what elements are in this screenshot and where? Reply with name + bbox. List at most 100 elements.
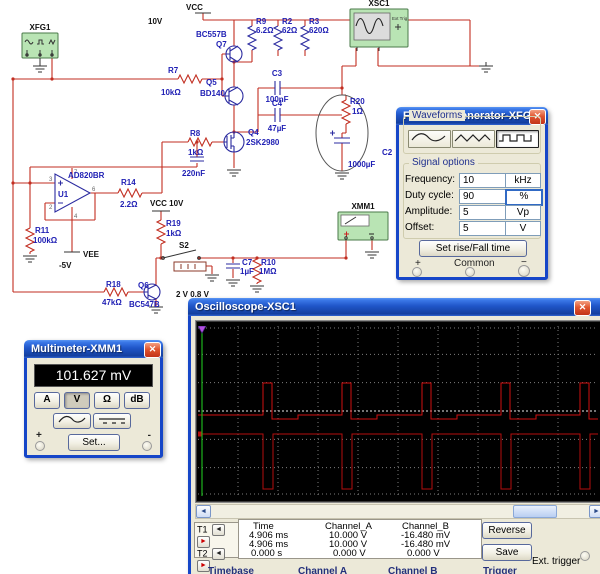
- opamp-pin2: 2: [49, 205, 53, 211]
- svg-text:Q6: Q6: [138, 281, 149, 290]
- net-vcc-value: 10V: [148, 17, 163, 26]
- svg-text:10kΩ: 10kΩ: [161, 88, 181, 97]
- amplitude-input[interactable]: 5: [459, 205, 507, 220]
- opamp-pin3: 3: [49, 177, 53, 183]
- fg-common-terminal: [465, 267, 475, 277]
- svg-text:Q7: Q7: [216, 40, 227, 49]
- scroll-right-icon[interactable]: ►: [589, 505, 600, 518]
- t1-right-icon[interactable]: ►: [197, 536, 210, 548]
- scope-scrollbar[interactable]: ◄ ►: [195, 504, 600, 519]
- svg-text:6.2Ω: 6.2Ω: [256, 26, 274, 35]
- xsc1-instrument-icon[interactable]: Ext Trig: [350, 9, 408, 51]
- amplitude-label: Amplitude:: [405, 205, 452, 219]
- ac-mode-button[interactable]: [53, 413, 91, 429]
- t2t1-channel-a: 0.000 V: [333, 548, 366, 559]
- svg-text:620Ω: 620Ω: [309, 26, 329, 35]
- cursor-box: T1 ◄► T2 ◄► T2-T1: [194, 522, 239, 558]
- mode-ohms-button[interactable]: Ω: [94, 392, 120, 409]
- frequency-unit[interactable]: kHz: [505, 173, 541, 188]
- capacitor-symbols: [190, 81, 350, 268]
- multimeter-reading: 101.627 mV: [34, 364, 153, 387]
- mosfet-q4: [224, 132, 244, 152]
- svg-text:1kΩ: 1kΩ: [166, 229, 182, 238]
- cursor-t1-label: T1: [197, 524, 208, 534]
- svg-text:R20: R20: [350, 97, 365, 106]
- mode-volts-button[interactable]: V: [64, 392, 90, 409]
- mode-amps-button[interactable]: A: [34, 392, 60, 409]
- svg-text:R2: R2: [282, 17, 293, 26]
- scope-control-panel: T1 ◄► T2 ◄► T2-T1 Time Channel_A Channel…: [191, 518, 600, 574]
- schematic-labels: VCC 10V XFG1 XSC1 XMM1 R9 6.2Ω R2 62Ω R3…: [30, 0, 393, 309]
- svg-text:R10: R10: [261, 258, 276, 267]
- svg-text:C3: C3: [272, 69, 283, 78]
- mm-minus-terminal: [142, 441, 152, 451]
- svg-text:R11: R11: [35, 226, 50, 235]
- mm-plus-terminal: [35, 441, 45, 451]
- xfg1-instrument-icon[interactable]: [22, 33, 58, 66]
- sine-wave-icon: [409, 131, 448, 145]
- svg-text:47kΩ: 47kΩ: [102, 298, 122, 307]
- svg-text:1kΩ: 1kΩ: [188, 148, 204, 157]
- close-icon[interactable]: ✕: [574, 300, 591, 316]
- oscilloscope-titlebar[interactable]: Oscilloscope-XSC1 ✕: [188, 298, 600, 316]
- xfg1-label: XFG1: [30, 23, 51, 32]
- svg-text:BC557B: BC557B: [196, 30, 227, 39]
- t2t1-channel-b: 0.000 V: [407, 548, 440, 559]
- waveforms-label: Waveforms: [409, 110, 465, 121]
- svg-text:R3: R3: [309, 17, 320, 26]
- close-icon[interactable]: ✕: [144, 342, 161, 358]
- offset-input[interactable]: 5: [459, 221, 507, 236]
- duty-cycle-input[interactable]: 90: [459, 189, 507, 204]
- xmm1-instrument-icon[interactable]: [338, 212, 388, 240]
- window-title: Multimeter-XMM1: [31, 343, 122, 355]
- transistor-q5: [225, 87, 243, 105]
- square-wave-icon: [497, 131, 536, 145]
- svg-text:AD820BR: AD820BR: [68, 171, 105, 180]
- t2-left-icon[interactable]: ◄: [212, 548, 225, 560]
- svg-text:C4: C4: [272, 99, 283, 108]
- dc-line-icon: [95, 414, 129, 426]
- sine-wave-button[interactable]: [408, 130, 451, 148]
- opamp-pin4: 4: [74, 214, 78, 220]
- amplitude-unit[interactable]: Vp: [505, 205, 541, 220]
- net-vcc: VCC: [186, 3, 203, 12]
- dc-mode-button[interactable]: [93, 413, 131, 429]
- channel-a-group-label: Channel A: [298, 566, 347, 574]
- set-rise-fall-button[interactable]: Set rise/Fall time: [419, 240, 527, 257]
- svg-text:C7: C7: [242, 258, 253, 267]
- square-wave-button[interactable]: [496, 130, 539, 148]
- svg-text:1µF: 1µF: [240, 267, 254, 276]
- oscilloscope-window: Oscilloscope-XSC1 ✕ ◄ ► T1 ◄► T2 ◄► T2-T…: [188, 298, 600, 574]
- transistor-q7: [226, 46, 242, 62]
- svg-text:1MΩ: 1MΩ: [259, 267, 277, 276]
- offset-unit[interactable]: V: [505, 221, 541, 236]
- scope-readout: Time Channel_A Channel_B 4.906 ms 10.000…: [238, 519, 482, 559]
- function-generator-window: Function Generator-XFG1 ✕ Waveforms Sign…: [396, 107, 548, 280]
- svg-text:U1: U1: [58, 190, 69, 199]
- net-vcc2: VCC 10V: [150, 199, 184, 208]
- t1-left-icon[interactable]: ◄: [212, 524, 225, 536]
- scroll-left-icon[interactable]: ◄: [196, 505, 211, 518]
- frequency-input[interactable]: 10: [459, 173, 507, 188]
- svg-text:BD140: BD140: [200, 89, 225, 98]
- switch-s2[interactable]: [162, 250, 206, 271]
- cursor-t2-label: T2: [197, 548, 208, 558]
- svg-text:R7: R7: [168, 66, 179, 75]
- multimeter-window: Multimeter-XMM1 ✕ 101.627 mV A V Ω dB + …: [24, 340, 163, 458]
- svg-text:R9: R9: [256, 17, 267, 26]
- multimeter-titlebar[interactable]: Multimeter-XMM1 ✕: [24, 340, 163, 358]
- svg-text:Q4: Q4: [248, 128, 259, 137]
- waveform-plot: [198, 326, 598, 496]
- triangle-wave-button[interactable]: [452, 130, 495, 148]
- duty-cycle-unit[interactable]: %: [505, 189, 543, 206]
- svg-text:Q5: Q5: [206, 78, 217, 87]
- svg-text:2SK2980: 2SK2980: [246, 138, 280, 147]
- mode-db-button[interactable]: dB: [124, 392, 150, 409]
- save-button[interactable]: Save: [482, 544, 532, 561]
- ext-trigger-label: Ext. trigger: [532, 556, 580, 567]
- triangle-wave-icon: [453, 131, 492, 145]
- set-button[interactable]: Set...: [68, 434, 120, 451]
- reverse-button[interactable]: Reverse: [482, 522, 532, 539]
- duty-cycle-label: Duty cycle:: [405, 189, 454, 203]
- scrollbar-thumb[interactable]: [513, 505, 557, 518]
